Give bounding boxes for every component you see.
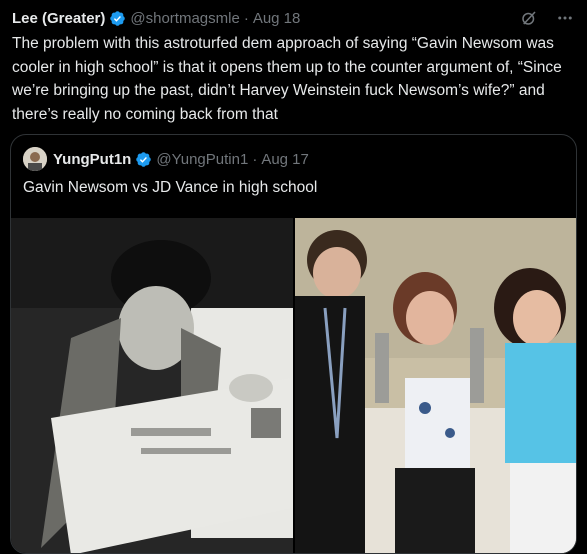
quoted-tweet-header: YungPut1n @YungPutin1 · Aug 17 [23, 147, 309, 171]
tweet-date[interactable]: Aug 18 [253, 10, 301, 27]
grok-icon[interactable] [519, 8, 539, 28]
media-image-right[interactable] [295, 218, 576, 553]
quoted-author-handle[interactable]: @YungPutin1 [156, 151, 248, 168]
quoted-tweet-card[interactable]: YungPut1n @YungPutin1 · Aug 17 Gavin New… [10, 134, 577, 554]
separator-dot: · [243, 9, 249, 27]
tweet-text: The problem with this astroturfed dem ap… [12, 35, 562, 123]
quoted-tweet-text: Gavin Newsom vs JD Vance in high school [23, 179, 318, 196]
author-name[interactable]: Lee (Greater) [12, 10, 105, 27]
verified-badge-icon [135, 151, 152, 168]
quoted-tweet-date[interactable]: Aug 17 [261, 151, 309, 168]
media-image-left[interactable] [11, 218, 293, 553]
avatar[interactable] [23, 147, 47, 171]
author-handle[interactable]: @shortmagsmle [130, 10, 239, 27]
tweet-header: Lee (Greater) @shortmagsmle · Aug 18 [12, 6, 575, 30]
media-grid [11, 218, 576, 553]
more-options-icon[interactable] [555, 8, 575, 28]
verified-badge-icon [109, 10, 126, 27]
separator-dot: · [252, 150, 258, 168]
quoted-author-name[interactable]: YungPut1n [53, 151, 131, 168]
